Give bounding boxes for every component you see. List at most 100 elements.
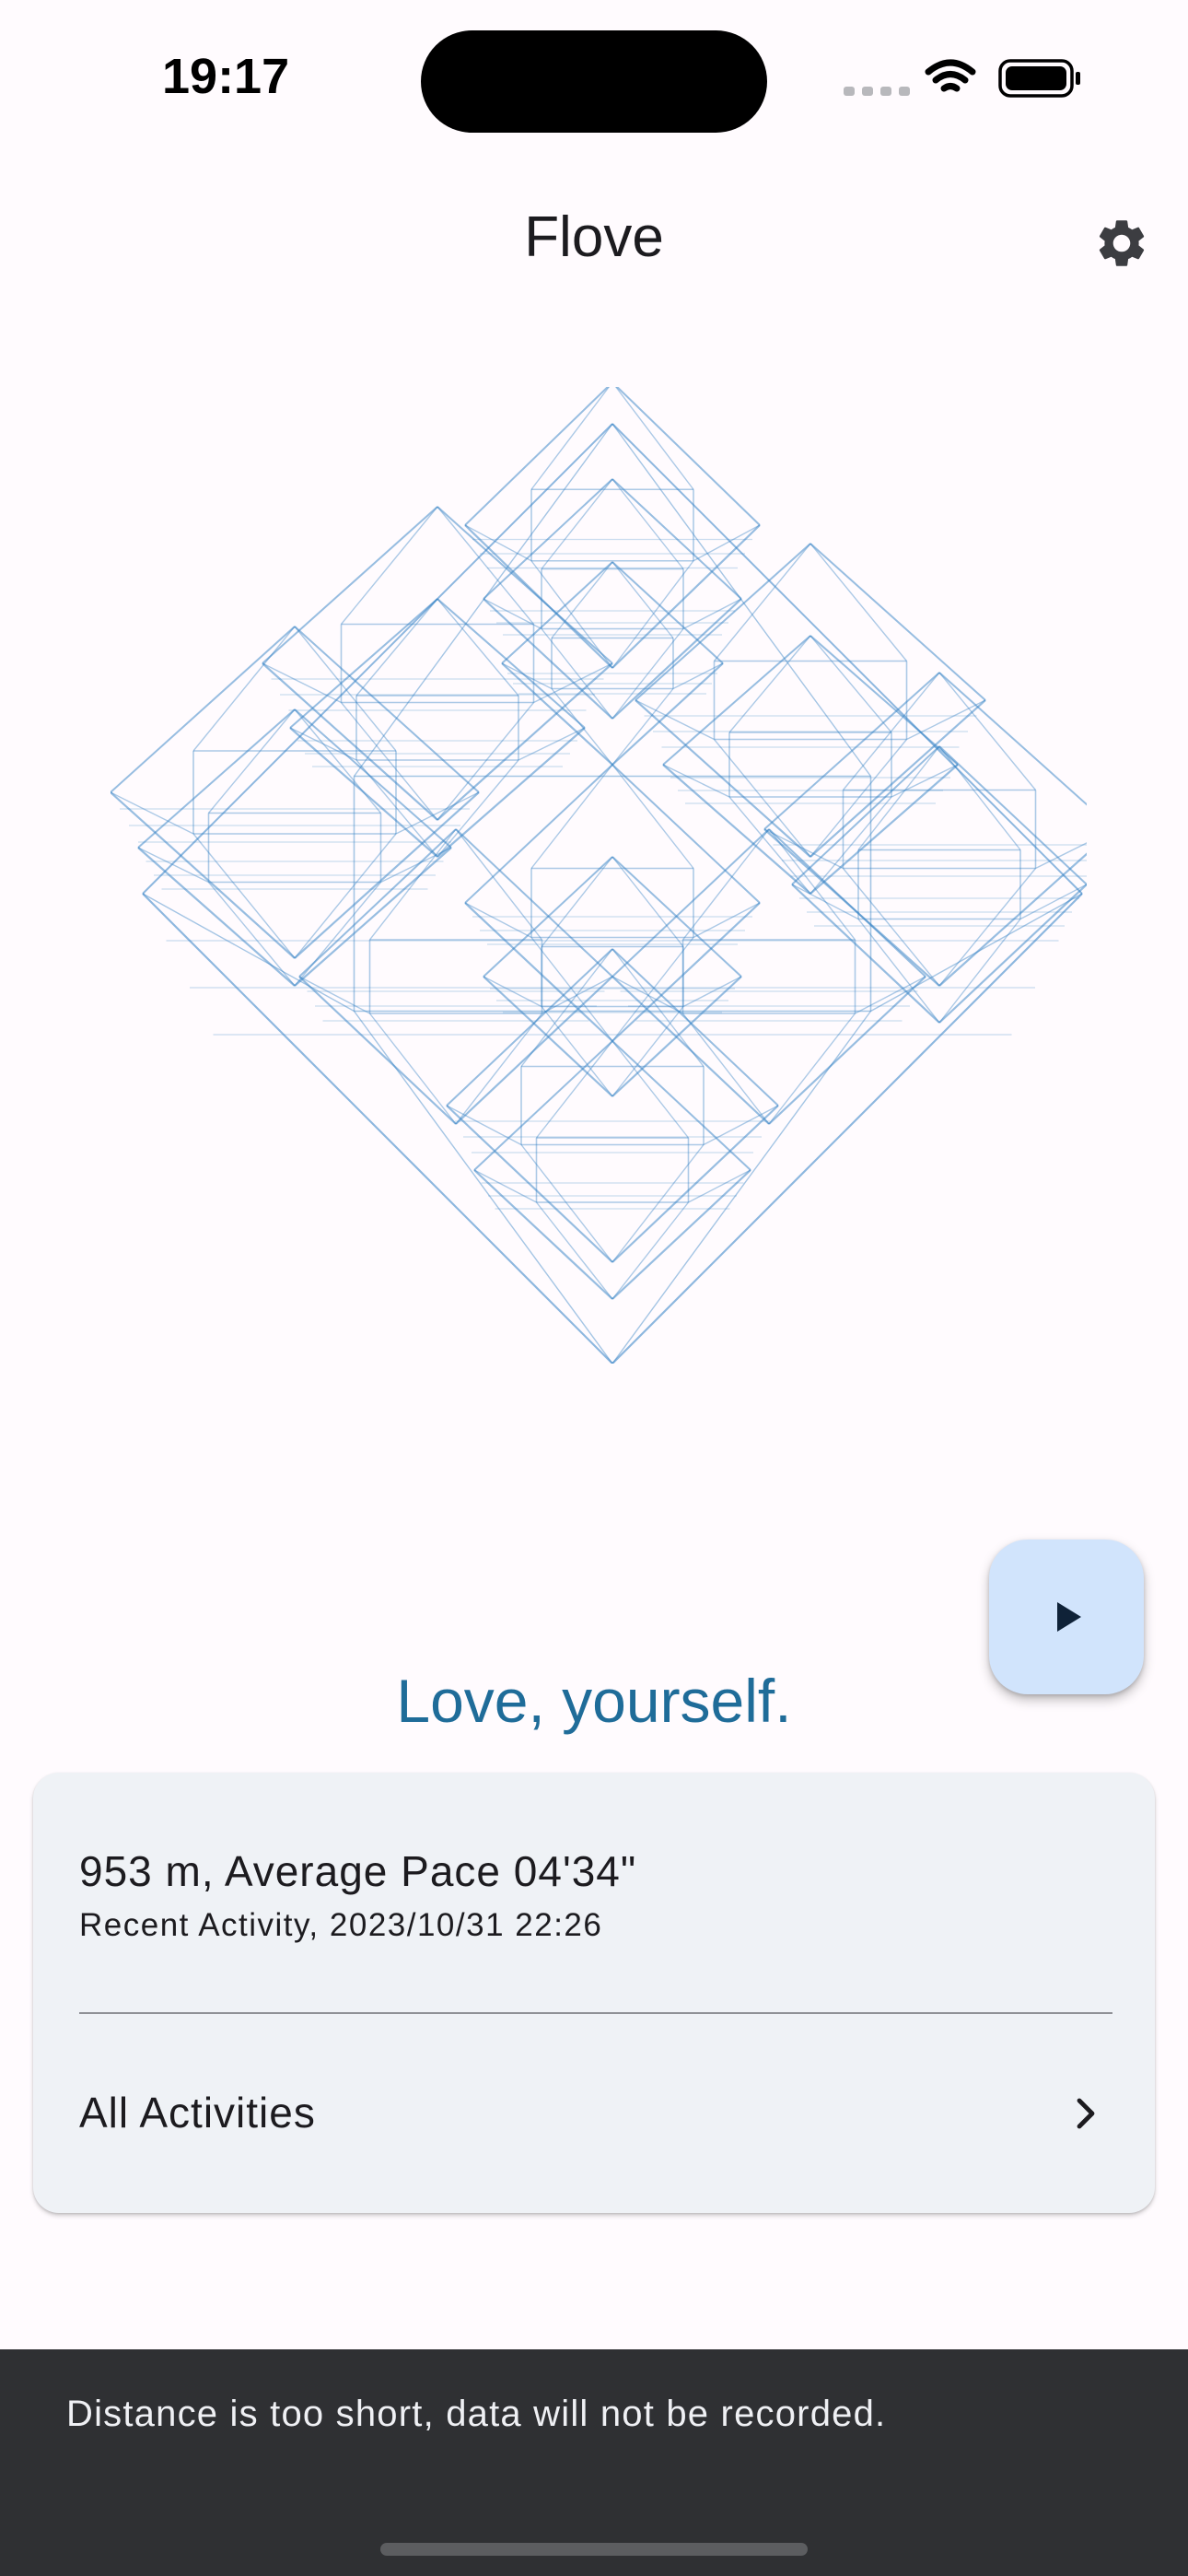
all-activities-label: All Activities — [79, 2089, 316, 2137]
wireframe-line — [713, 543, 811, 662]
wireframe-line — [437, 598, 519, 697]
gear-icon — [1099, 220, 1145, 266]
wireframe-line — [294, 847, 452, 987]
wireframe-line — [535, 1040, 613, 1139]
wireframe-line — [611, 1040, 690, 1139]
cellular-signal-icon — [844, 87, 910, 96]
wireframe-line — [298, 976, 370, 1014]
wireframe-line — [518, 727, 586, 761]
wireframe-line — [693, 902, 761, 939]
wireframe-line — [791, 884, 940, 1024]
wireframe-line — [611, 381, 694, 490]
snackbar-message: Distance is too short, data will not be … — [66, 2394, 887, 2434]
wireframe-line — [207, 882, 296, 987]
wireframe-pyramid-art — [110, 381, 1115, 1364]
page-title: Flove — [524, 205, 664, 269]
wireframe-line — [455, 828, 543, 941]
wireframe-line — [768, 828, 856, 941]
app-bar: Flove — [0, 175, 1188, 310]
play-icon — [1057, 1602, 1081, 1632]
wireframe-line — [713, 739, 811, 858]
wireframe-line — [768, 828, 926, 978]
wireframe-line — [938, 745, 1021, 850]
wireframe-line — [768, 1013, 856, 1125]
wireframe-line — [611, 1144, 705, 1263]
wireframe-line — [681, 1013, 770, 1125]
wireframe-line — [294, 708, 452, 849]
wireframe-line — [446, 948, 613, 1107]
wireframe-line — [340, 506, 438, 625]
wireframe-line — [483, 598, 613, 720]
wireframe-line — [455, 828, 613, 978]
recent-activity-title: 953 m, Average Pace 04'34" — [79, 1847, 637, 1895]
wireframe-line — [137, 708, 296, 849]
wireframe-line — [455, 1013, 543, 1125]
wireframe-line — [294, 626, 480, 793]
wireframe-line — [768, 976, 926, 1125]
wireframe-line — [446, 1105, 522, 1146]
wireframe-line — [635, 543, 811, 701]
wireframe-line — [611, 828, 770, 978]
wireframe-line — [530, 381, 613, 490]
settings-button[interactable] — [1087, 208, 1157, 278]
wireframe-line — [298, 976, 457, 1125]
status-time: 19:17 — [162, 49, 290, 104]
wireframe-line — [464, 381, 613, 526]
wireframe-line — [611, 948, 705, 1067]
wireframe-line — [530, 764, 613, 869]
wireframe-line — [355, 598, 438, 697]
wireframe-line — [635, 699, 811, 858]
wireframe-line — [380, 847, 452, 884]
wireframe-line — [906, 699, 986, 741]
wireframe-line — [809, 543, 986, 701]
wireframe-line — [693, 524, 761, 562]
wireframe-line — [791, 745, 940, 885]
wireframe-line — [137, 847, 296, 987]
wireframe-line — [611, 662, 724, 766]
wireframe-line — [938, 745, 1088, 885]
wireframe-line — [464, 524, 532, 562]
wireframe-line — [611, 381, 761, 526]
wireframe-line — [110, 791, 194, 835]
wireframe-line — [611, 598, 742, 720]
wireframe-line — [294, 882, 382, 987]
dynamic-island — [421, 30, 767, 133]
wireframe-line — [938, 672, 1115, 830]
wireframe-line — [662, 764, 730, 798]
wireframe-line — [809, 739, 908, 858]
wireframe-line — [728, 635, 811, 733]
wireframe-line — [368, 1013, 457, 1125]
recent-activity-subtitle: Recent Activity, 2023/10/31 22:26 — [79, 1907, 603, 1943]
wireframe-line — [340, 702, 438, 821]
wireframe-line — [611, 1105, 779, 1263]
battery-icon — [998, 59, 1080, 98]
wireframe-line — [464, 902, 532, 939]
wireframe-line — [207, 708, 296, 814]
home-indicator[interactable] — [380, 2543, 808, 2556]
wireframe-line — [703, 1105, 779, 1146]
wireframe-line — [395, 791, 480, 835]
wireframe-line — [809, 635, 892, 733]
status-icons — [838, 55, 1087, 101]
wireframe-line — [368, 828, 457, 941]
wireframe-line — [294, 708, 382, 814]
wireframe-line — [262, 506, 438, 664]
wireframe-line — [688, 1169, 751, 1203]
wireframe-line — [473, 1169, 537, 1203]
wireframe-line — [681, 828, 770, 941]
wifi-icon — [925, 59, 976, 92]
wireframe-line — [294, 626, 397, 752]
wireframe-line — [842, 868, 940, 987]
wireframe-line — [192, 626, 296, 752]
activity-card: 953 m, Average Pace 04'34" Recent Activi… — [33, 1773, 1155, 2213]
wireframe-line — [541, 856, 613, 947]
wireframe-line — [1019, 884, 1088, 920]
wireframe-line — [437, 702, 535, 821]
wireframe-line — [938, 884, 1088, 1024]
chevron-right-icon — [1077, 2098, 1095, 2129]
wireframe-line — [520, 1144, 613, 1263]
status-bar: 19:17 — [0, 0, 1188, 157]
wireframe-line — [611, 856, 684, 947]
all-activities-row[interactable]: All Activities — [33, 2014, 1155, 2213]
wireframe-line — [541, 478, 613, 569]
